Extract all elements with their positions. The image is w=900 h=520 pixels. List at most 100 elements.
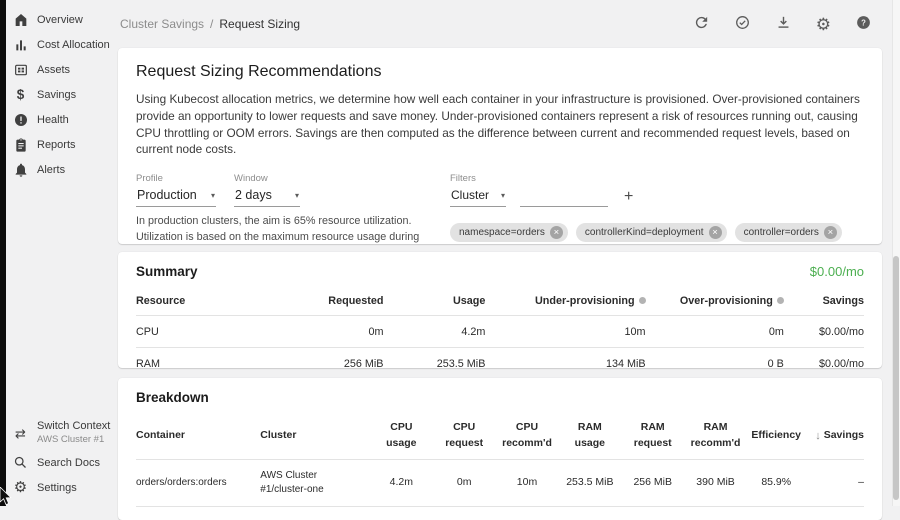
- profile-window-controls: Profile Production ▾ Window 2 days ▾: [136, 173, 432, 244]
- request-sizing-card: Request Sizing Recommendations Using Kub…: [118, 48, 882, 244]
- chevron-down-icon: ▾: [501, 191, 505, 200]
- sidebar-item-alerts[interactable]: Alerts: [6, 157, 110, 182]
- col-requested: Requested: [245, 287, 383, 316]
- sidebar-item-settings[interactable]: ⚙ Settings: [6, 475, 110, 500]
- sidebar-item-overview[interactable]: Overview: [6, 7, 110, 32]
- cell-efficiency: 85.9%: [747, 459, 805, 506]
- cell-usage: 253.5 MiB: [384, 348, 486, 369]
- add-filter-button[interactable]: +: [622, 189, 635, 207]
- bar-chart-icon: [12, 36, 29, 53]
- col-cpu-request[interactable]: CPUrequest: [433, 413, 496, 459]
- controls-row: Profile Production ▾ Window 2 days ▾: [136, 173, 864, 244]
- settings-button[interactable]: ⚙: [816, 16, 831, 33]
- cell-over: 0 B: [646, 348, 784, 369]
- switch-context-text: Switch Context AWS Cluster #1: [37, 420, 110, 446]
- chevron-down-icon: ▾: [295, 191, 299, 200]
- sidebar: Overview Cost Allocation Assets $ Saving…: [6, 0, 110, 506]
- help-icon: ?: [855, 14, 872, 34]
- cell-cpu-request: 0m: [433, 459, 496, 506]
- sidebar-item-reports[interactable]: Reports: [6, 132, 110, 157]
- col-line2: recomm'd: [684, 436, 747, 452]
- help-button[interactable]: ?: [855, 14, 872, 34]
- scrollbar[interactable]: [892, 0, 900, 506]
- col-line1: CPU: [433, 420, 496, 436]
- summary-header: Summary $0.00/mo: [136, 264, 864, 279]
- col-efficiency[interactable]: Efficiency: [747, 413, 805, 459]
- window-select[interactable]: 2 days ▾: [234, 187, 300, 207]
- filters-section: Filters Cluster ▾ + namespace=orders ×: [450, 173, 864, 244]
- col-under-provisioning: Under-provisioning: [485, 287, 645, 316]
- sidebar-item-search-docs[interactable]: Search Docs: [6, 450, 110, 475]
- sidebar-item-cost-allocation[interactable]: Cost Allocation: [6, 32, 110, 57]
- topbar: Cluster Savings / Request Sizing ⚙: [110, 0, 892, 48]
- col-line1: RAM: [684, 420, 747, 436]
- clipboard-icon: [12, 136, 29, 153]
- breakdown-row[interactable]: orders/orders:orders AWS Cluster #1/clus…: [136, 459, 864, 506]
- col-savings-label: Savings: [824, 428, 864, 444]
- col-over-label: Over-provisioning: [680, 295, 773, 307]
- breakdown-table: Container Cluster CPUusage CPUrequest CP…: [136, 413, 864, 507]
- col-line2: request: [433, 436, 496, 452]
- col-line1: CPU: [496, 420, 559, 436]
- col-cpu-recommended[interactable]: CPUrecomm'd: [496, 413, 559, 459]
- breakdown-title: Breakdown: [136, 390, 209, 405]
- filters-label: Filters: [450, 173, 864, 184]
- info-icon[interactable]: [777, 297, 784, 304]
- col-ram-recommended[interactable]: RAMrecomm'd: [684, 413, 747, 459]
- profile-select[interactable]: Production ▾: [136, 187, 216, 207]
- col-line2: recomm'd: [496, 436, 559, 452]
- sidebar-nav-items: Overview Cost Allocation Assets $ Saving…: [6, 7, 110, 182]
- breadcrumb-parent-link[interactable]: Cluster Savings: [120, 17, 204, 31]
- sidebar-item-switch-context[interactable]: ⇄ Switch Context AWS Cluster #1: [6, 416, 110, 450]
- close-icon[interactable]: ×: [824, 226, 837, 239]
- col-savings-sorted[interactable]: ↓Savings: [805, 413, 864, 459]
- sidebar-item-assets[interactable]: Assets: [6, 57, 110, 82]
- profile-value: Production: [137, 188, 197, 202]
- cell-ram-request: 256 MiB: [621, 459, 684, 506]
- col-cluster: Cluster: [260, 413, 370, 459]
- col-resource: Resource: [136, 287, 245, 316]
- summary-table: Resource Requested Usage Under-provision…: [136, 287, 864, 368]
- sidebar-item-label: Savings: [37, 89, 76, 101]
- gear-icon: ⚙: [12, 479, 29, 496]
- col-ram-usage[interactable]: RAMusage: [558, 413, 621, 459]
- bell-icon: [12, 161, 29, 178]
- check-circle-icon: [734, 14, 751, 34]
- col-cpu-usage[interactable]: CPUusage: [370, 413, 433, 459]
- home-icon: [12, 11, 29, 28]
- sidebar-item-label: Assets: [37, 64, 70, 76]
- close-icon[interactable]: ×: [709, 226, 722, 239]
- screen: { "colors": { "accent_blue": "#2a8af0", …: [0, 0, 900, 506]
- close-icon[interactable]: ×: [550, 226, 563, 239]
- window-value: 2 days: [235, 188, 272, 202]
- chip-label: namespace=orders: [459, 227, 545, 238]
- download-button[interactable]: [775, 14, 792, 34]
- sidebar-item-savings[interactable]: $ Savings: [6, 82, 110, 107]
- scrollbar-thumb[interactable]: [893, 256, 899, 500]
- col-under-label: Under-provisioning: [535, 295, 635, 307]
- filter-chip: controller=orders ×: [735, 223, 842, 242]
- info-icon[interactable]: [639, 297, 646, 304]
- chevron-down-icon: ▾: [211, 191, 215, 200]
- gear-icon: ⚙: [816, 16, 831, 33]
- filter-chip: namespace=orders ×: [450, 223, 568, 242]
- cell-ram-recommended: 390 MiB: [684, 459, 747, 506]
- health-check-button[interactable]: [734, 14, 751, 34]
- search-icon: [12, 454, 29, 471]
- col-usage: Usage: [384, 287, 486, 316]
- dollar-icon: $: [12, 86, 29, 103]
- profile-label: Profile: [136, 173, 216, 184]
- breadcrumb: Cluster Savings / Request Sizing: [120, 17, 300, 31]
- filter-field-select[interactable]: Cluster ▾: [450, 187, 506, 207]
- sidebar-item-health[interactable]: Health: [6, 107, 110, 132]
- download-icon: [775, 14, 792, 34]
- col-over-provisioning: Over-provisioning: [646, 287, 784, 316]
- sidebar-item-label: Overview: [37, 14, 83, 26]
- cell-under: 10m: [485, 316, 645, 348]
- filter-value-input[interactable]: [520, 188, 608, 207]
- refresh-button[interactable]: [693, 14, 710, 34]
- desktop-edge: [0, 0, 6, 506]
- filter-chips: namespace=orders × controllerKind=deploy…: [450, 223, 864, 242]
- cell-savings: $0.00/mo: [784, 348, 864, 369]
- col-ram-request[interactable]: RAMrequest: [621, 413, 684, 459]
